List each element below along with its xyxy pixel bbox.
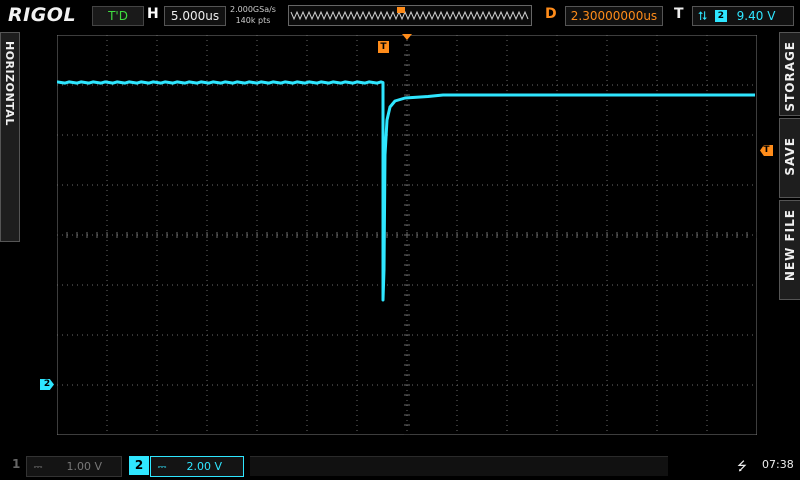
acquisition-info: 2.000GSa/s 140k pts — [228, 4, 278, 26]
ch1-scale: 1.00 V — [66, 460, 103, 473]
trigger-level-marker[interactable]: T — [760, 145, 773, 156]
trigger-time-caret — [402, 34, 412, 40]
memory-overview-waveform — [290, 7, 529, 21]
trigger-source-badge: 2 — [714, 10, 727, 22]
dc-coupling-icon: ⎓ — [157, 460, 167, 473]
horizontal-delay-value[interactable]: 2.30000000us — [565, 6, 663, 26]
run-mode-indicator[interactable]: T'D — [92, 6, 144, 26]
trigger-label: T — [674, 6, 684, 22]
usb-icon: ⭍ — [737, 459, 747, 473]
ch2-ground-marker[interactable]: 2 — [40, 379, 54, 390]
system-clock: 07:38 — [762, 458, 794, 471]
horizontal-menu-tab[interactable]: HORIZONTAL — [0, 32, 20, 242]
new-file-tab-label: NEW FILE — [783, 209, 797, 282]
edge-rising-icon: ⮁ — [697, 9, 707, 23]
delay-label: D — [545, 6, 557, 22]
empty-channel-slots — [250, 456, 668, 476]
brand-logo: RIGOL — [8, 4, 77, 26]
ch2-ground-label: 2 — [43, 379, 51, 389]
memory-trigger-marker — [397, 7, 405, 13]
save-tab-label: SAVE — [783, 137, 797, 176]
save-menu-tab[interactable]: SAVE — [779, 118, 800, 198]
horizontal-tab-label: HORIZONTAL — [3, 41, 16, 126]
ch1-number[interactable]: 1 — [12, 457, 20, 471]
top-status-bar: RIGOL T'D H 5.000us 2.000GSa/s 140k pts … — [0, 0, 800, 30]
new-file-menu-tab[interactable]: NEW FILE — [779, 200, 800, 300]
ch2-scale: 2.00 V — [186, 460, 223, 473]
trigger-position-marker[interactable]: T — [378, 41, 389, 53]
trigger-position-label: T — [380, 42, 387, 52]
horizontal-label: H — [147, 6, 159, 22]
memory-overview-window[interactable] — [288, 5, 532, 26]
trigger-level-value: 9.40 V — [736, 9, 776, 23]
storage-menu-tab[interactable]: STORAGE — [779, 32, 800, 116]
waveform-display[interactable] — [57, 35, 757, 435]
timebase-value[interactable]: 5.000us — [164, 6, 226, 26]
dc-coupling-icon: ⎓ — [33, 460, 43, 473]
sample-rate: 2.000GSa/s — [230, 5, 276, 14]
storage-tab-label: STORAGE — [783, 41, 797, 112]
memory-depth: 140k pts — [235, 16, 271, 25]
ch2-number[interactable]: 2 — [129, 456, 149, 475]
trigger-level-label: T — [763, 145, 770, 155]
ch1-settings[interactable]: ⎓ 1.00 V — [26, 456, 122, 477]
trigger-settings[interactable]: ⮁ 2 9.40 V — [692, 6, 794, 26]
ch2-settings[interactable]: ⎓ 2.00 V — [150, 456, 244, 477]
